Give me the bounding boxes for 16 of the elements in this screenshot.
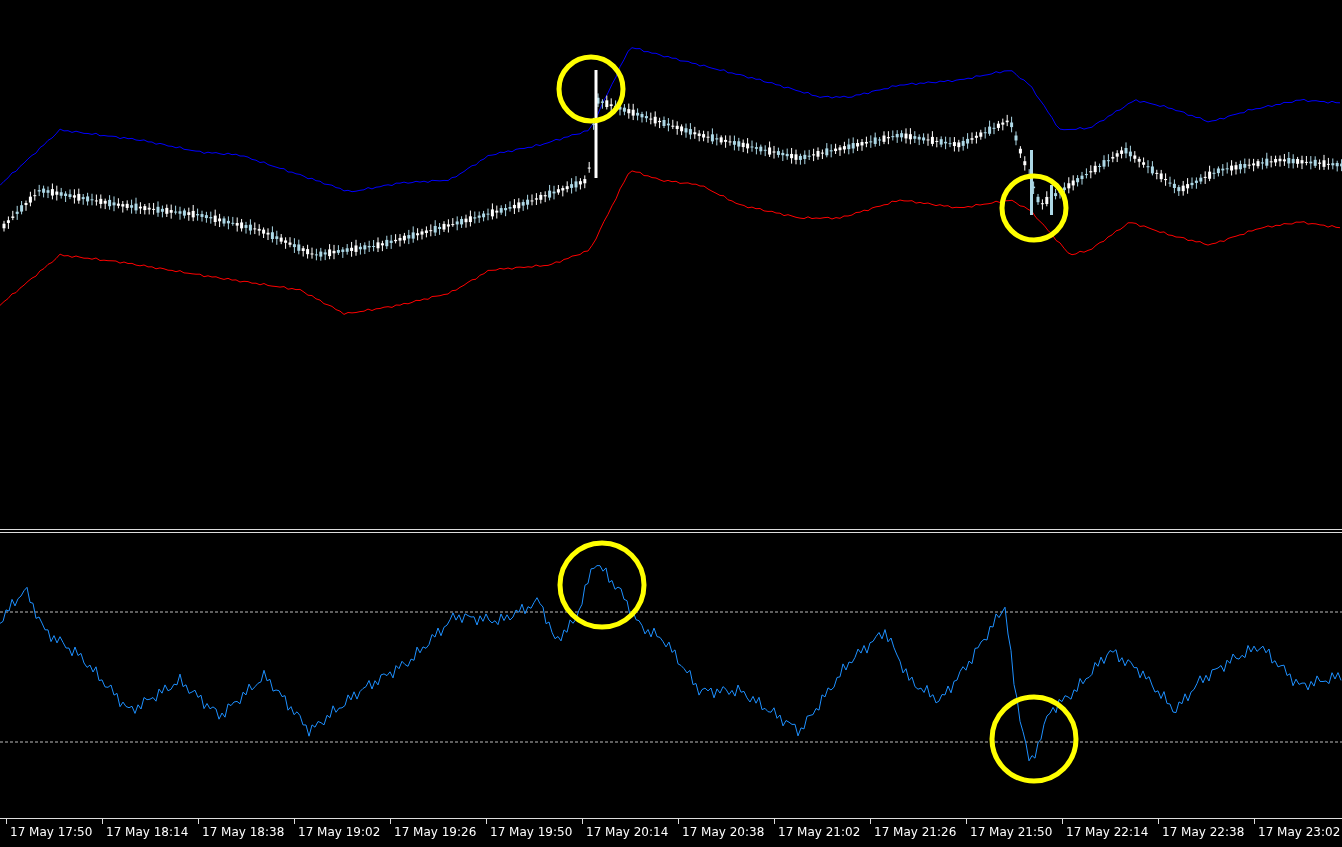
time-label: 17 May 21:26 [874, 825, 957, 839]
time-label: 17 May 19:26 [394, 825, 477, 839]
time-label: 17 May 19:02 [298, 825, 381, 839]
time-label: 17 May 20:14 [586, 825, 669, 839]
time-label: 17 May 21:02 [778, 825, 861, 839]
time-label: 17 May 19:50 [490, 825, 573, 839]
time-label: 17 May 18:14 [106, 825, 189, 839]
time-label: 17 May 18:38 [202, 825, 285, 839]
time-label: 17 May 22:14 [1066, 825, 1149, 839]
highlight-circle [999, 173, 1069, 243]
time-label: 17 May 20:38 [682, 825, 765, 839]
time-label: 17 May 23:02 [1258, 825, 1341, 839]
highlight-circle [556, 54, 626, 124]
time-label: 17 May 22:38 [1162, 825, 1245, 839]
time-label: 17 May 21:50 [970, 825, 1053, 839]
time-label: 17 May 17:50 [10, 825, 93, 839]
